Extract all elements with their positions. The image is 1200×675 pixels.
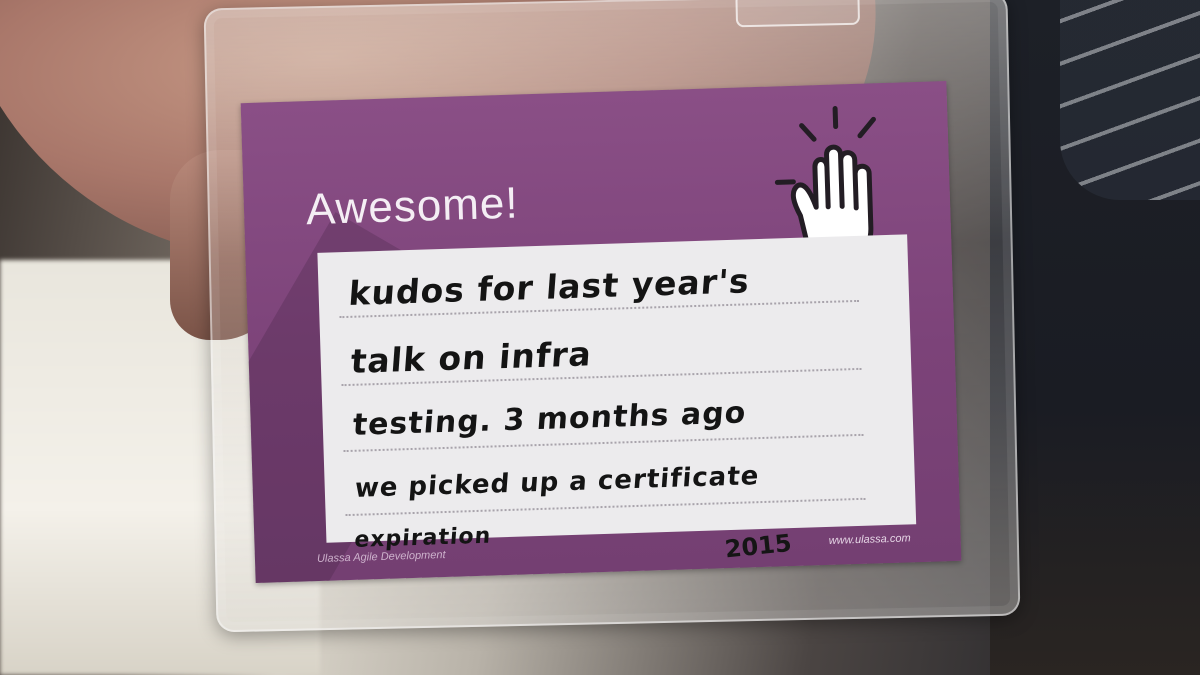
lanyard-slot: [735, 0, 861, 28]
handwritten-note-area: kudos for last year's talk on infra test…: [317, 234, 917, 543]
shirt-pattern: [1060, 0, 1200, 200]
footer-website: www.ulassa.com: [828, 532, 911, 547]
card-title: Awesome!: [305, 178, 520, 235]
handwriting-line-4: we picked up a certificate: [353, 461, 761, 504]
handwriting-line-5: expiration: [353, 523, 493, 553]
kudo-card: Awesome! kudos for last year's talk on i…: [240, 81, 962, 583]
handwriting-line-2: talk on infra: [349, 334, 594, 381]
handwriting-line-3: testing. 3 months ago: [351, 395, 748, 443]
